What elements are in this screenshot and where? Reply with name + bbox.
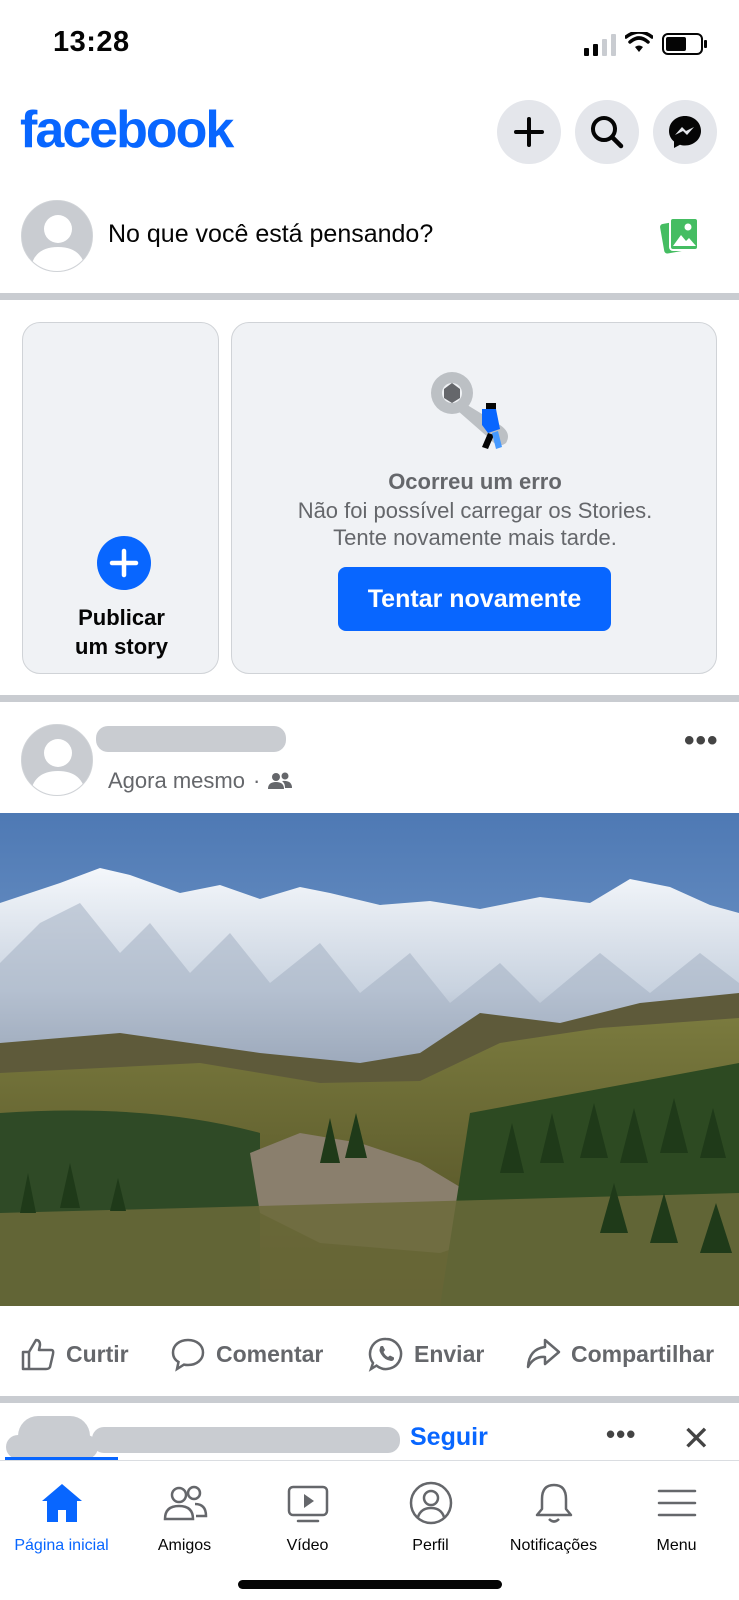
tab-label: Amigos: [157, 1537, 212, 1554]
signal-icon: [584, 34, 616, 56]
section-divider: [0, 1396, 739, 1403]
home-indicator[interactable]: [238, 1580, 502, 1589]
error-message: Não foi possível carregar os Stories. Te…: [297, 498, 653, 550]
messenger-button[interactable]: [653, 100, 717, 164]
wifi-icon: [625, 32, 653, 52]
post-meta: Agora mesmo ·: [108, 768, 293, 794]
tab-menu[interactable]: Menu: [615, 1461, 738, 1561]
post-photo[interactable]: [0, 813, 739, 1306]
messenger-icon: [669, 116, 701, 148]
stories-error-card: Ocorreu um erro Não foi possível carrega…: [231, 322, 717, 674]
plus-icon: [109, 548, 139, 578]
next-avatar-redacted: [6, 1435, 98, 1459]
facebook-logo[interactable]: facebook: [20, 100, 234, 160]
comment-icon: [171, 1338, 205, 1372]
tab-label: Perfil: [412, 1537, 449, 1554]
tab-home[interactable]: Página inicial: [0, 1457, 123, 1561]
hamburger-menu-icon: [657, 1489, 697, 1517]
search-icon: [591, 116, 624, 149]
photo-icon[interactable]: [660, 216, 700, 254]
friends-icon: [163, 1485, 208, 1521]
post-time[interactable]: Agora mesmo: [108, 768, 245, 794]
tab-label: Vídeo: [286, 1537, 329, 1554]
post-header: Agora mesmo · •••: [0, 712, 739, 812]
bottom-tab-bar: Página inicial Amigos Vídeo Perfil Notif…: [0, 1457, 739, 1600]
active-tab-indicator: [5, 1457, 118, 1460]
composer-prompt[interactable]: No que você está pensando?: [108, 220, 433, 249]
create-story-card[interactable]: Publicar um story: [22, 322, 219, 674]
user-avatar[interactable]: [21, 200, 93, 272]
author-avatar[interactable]: [21, 724, 93, 796]
next-author-name-redacted[interactable]: [92, 1427, 400, 1453]
section-divider: [0, 695, 739, 702]
profile-icon: [409, 1481, 453, 1525]
tab-friends[interactable]: Amigos: [123, 1461, 246, 1561]
wrench-error-icon: [431, 372, 508, 449]
add-story-button[interactable]: [97, 536, 151, 590]
like-label: Curtir: [66, 1340, 129, 1367]
next-post-header: Seguir ••• ✕: [0, 1403, 739, 1459]
like-button[interactable]: Curtir: [20, 1336, 129, 1372]
create-story-label: Publicar um story: [75, 605, 168, 659]
post-composer[interactable]: No que você está pensando?: [0, 196, 739, 292]
comment-label: Comentar: [216, 1340, 324, 1367]
post-actions: Curtir Comentar Enviar Compartilhar: [0, 1306, 739, 1396]
send-label: Enviar: [414, 1340, 485, 1367]
default-avatar-icon: [22, 725, 92, 795]
post-more-options-icon[interactable]: •••: [684, 724, 719, 758]
author-name-redacted[interactable]: [96, 726, 286, 752]
share-icon: [526, 1338, 561, 1369]
tab-profile[interactable]: Perfil: [369, 1461, 492, 1561]
bell-icon: [535, 1483, 573, 1523]
whatsapp-icon: [368, 1337, 403, 1372]
error-title: Ocorreu um erro: [388, 469, 562, 494]
send-button[interactable]: Enviar: [368, 1336, 484, 1372]
thumbs-up-icon: [21, 1338, 55, 1371]
share-button[interactable]: Compartilhar: [525, 1336, 714, 1372]
share-label: Compartilhar: [571, 1340, 715, 1367]
tab-label: Menu: [656, 1537, 697, 1554]
mountain-landscape-image: [0, 813, 739, 1306]
tab-label: Página inicial: [14, 1537, 109, 1554]
retry-button[interactable]: Tentar novamente: [338, 567, 611, 631]
status-bar: 13:28: [0, 0, 739, 90]
battery-icon: [662, 33, 707, 55]
tab-notifications[interactable]: Notificações: [492, 1461, 615, 1561]
friends-audience-icon: [268, 772, 293, 789]
comment-button[interactable]: Comentar: [170, 1336, 323, 1372]
search-button[interactable]: [575, 100, 639, 164]
home-icon: [42, 1484, 82, 1522]
default-avatar-icon: [22, 201, 92, 271]
create-button[interactable]: [497, 100, 561, 164]
section-divider: [0, 293, 739, 300]
video-icon: [287, 1485, 329, 1523]
next-post-more-icon[interactable]: •••: [606, 1419, 636, 1450]
tab-video[interactable]: Vídeo: [246, 1461, 369, 1561]
tab-label: Notificações: [509, 1537, 598, 1554]
plus-icon: [514, 117, 544, 147]
status-time: 13:28: [53, 26, 130, 58]
follow-button[interactable]: Seguir: [410, 1423, 488, 1452]
close-icon[interactable]: ✕: [682, 1419, 711, 1459]
meta-separator: ·: [252, 768, 261, 793]
app-header: facebook: [0, 96, 739, 172]
